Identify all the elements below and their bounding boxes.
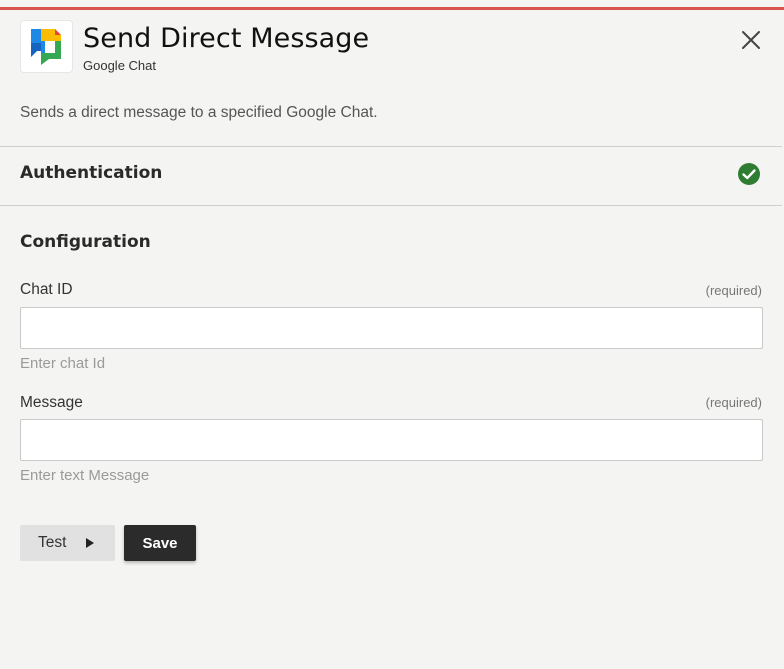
top-accent-bar xyxy=(0,7,784,10)
check-circle-icon xyxy=(737,162,761,186)
description-text: Sends a direct message to a specified Go… xyxy=(20,104,378,121)
page-title: Send Direct Message xyxy=(83,23,370,54)
chat-id-label: Chat ID xyxy=(20,281,73,298)
authentication-label: Authentication xyxy=(20,163,163,183)
message-label: Message xyxy=(20,394,83,411)
test-button-label: Test xyxy=(38,534,67,551)
message-input[interactable] xyxy=(20,419,763,461)
divider xyxy=(0,205,782,206)
chat-id-hint: Enter chat Id xyxy=(20,355,106,372)
save-button[interactable]: Save xyxy=(124,525,196,561)
close-icon[interactable] xyxy=(740,29,762,51)
test-button[interactable]: Test xyxy=(20,525,115,561)
google-chat-icon xyxy=(20,20,73,73)
authentication-section[interactable]: Authentication xyxy=(0,147,782,205)
chat-id-input[interactable] xyxy=(20,307,763,349)
chat-id-required-text: (required) xyxy=(705,283,762,298)
message-hint: Enter text Message xyxy=(20,467,150,484)
configuration-title: Configuration xyxy=(20,232,151,252)
panel-header: Send Direct Message Google Chat xyxy=(20,20,764,74)
play-icon xyxy=(86,538,94,548)
message-required-text: (required) xyxy=(705,395,762,410)
send-direct-message-panel: Send Direct Message Google Chat Sends a … xyxy=(0,0,784,669)
page-subtitle: Google Chat xyxy=(83,58,156,73)
